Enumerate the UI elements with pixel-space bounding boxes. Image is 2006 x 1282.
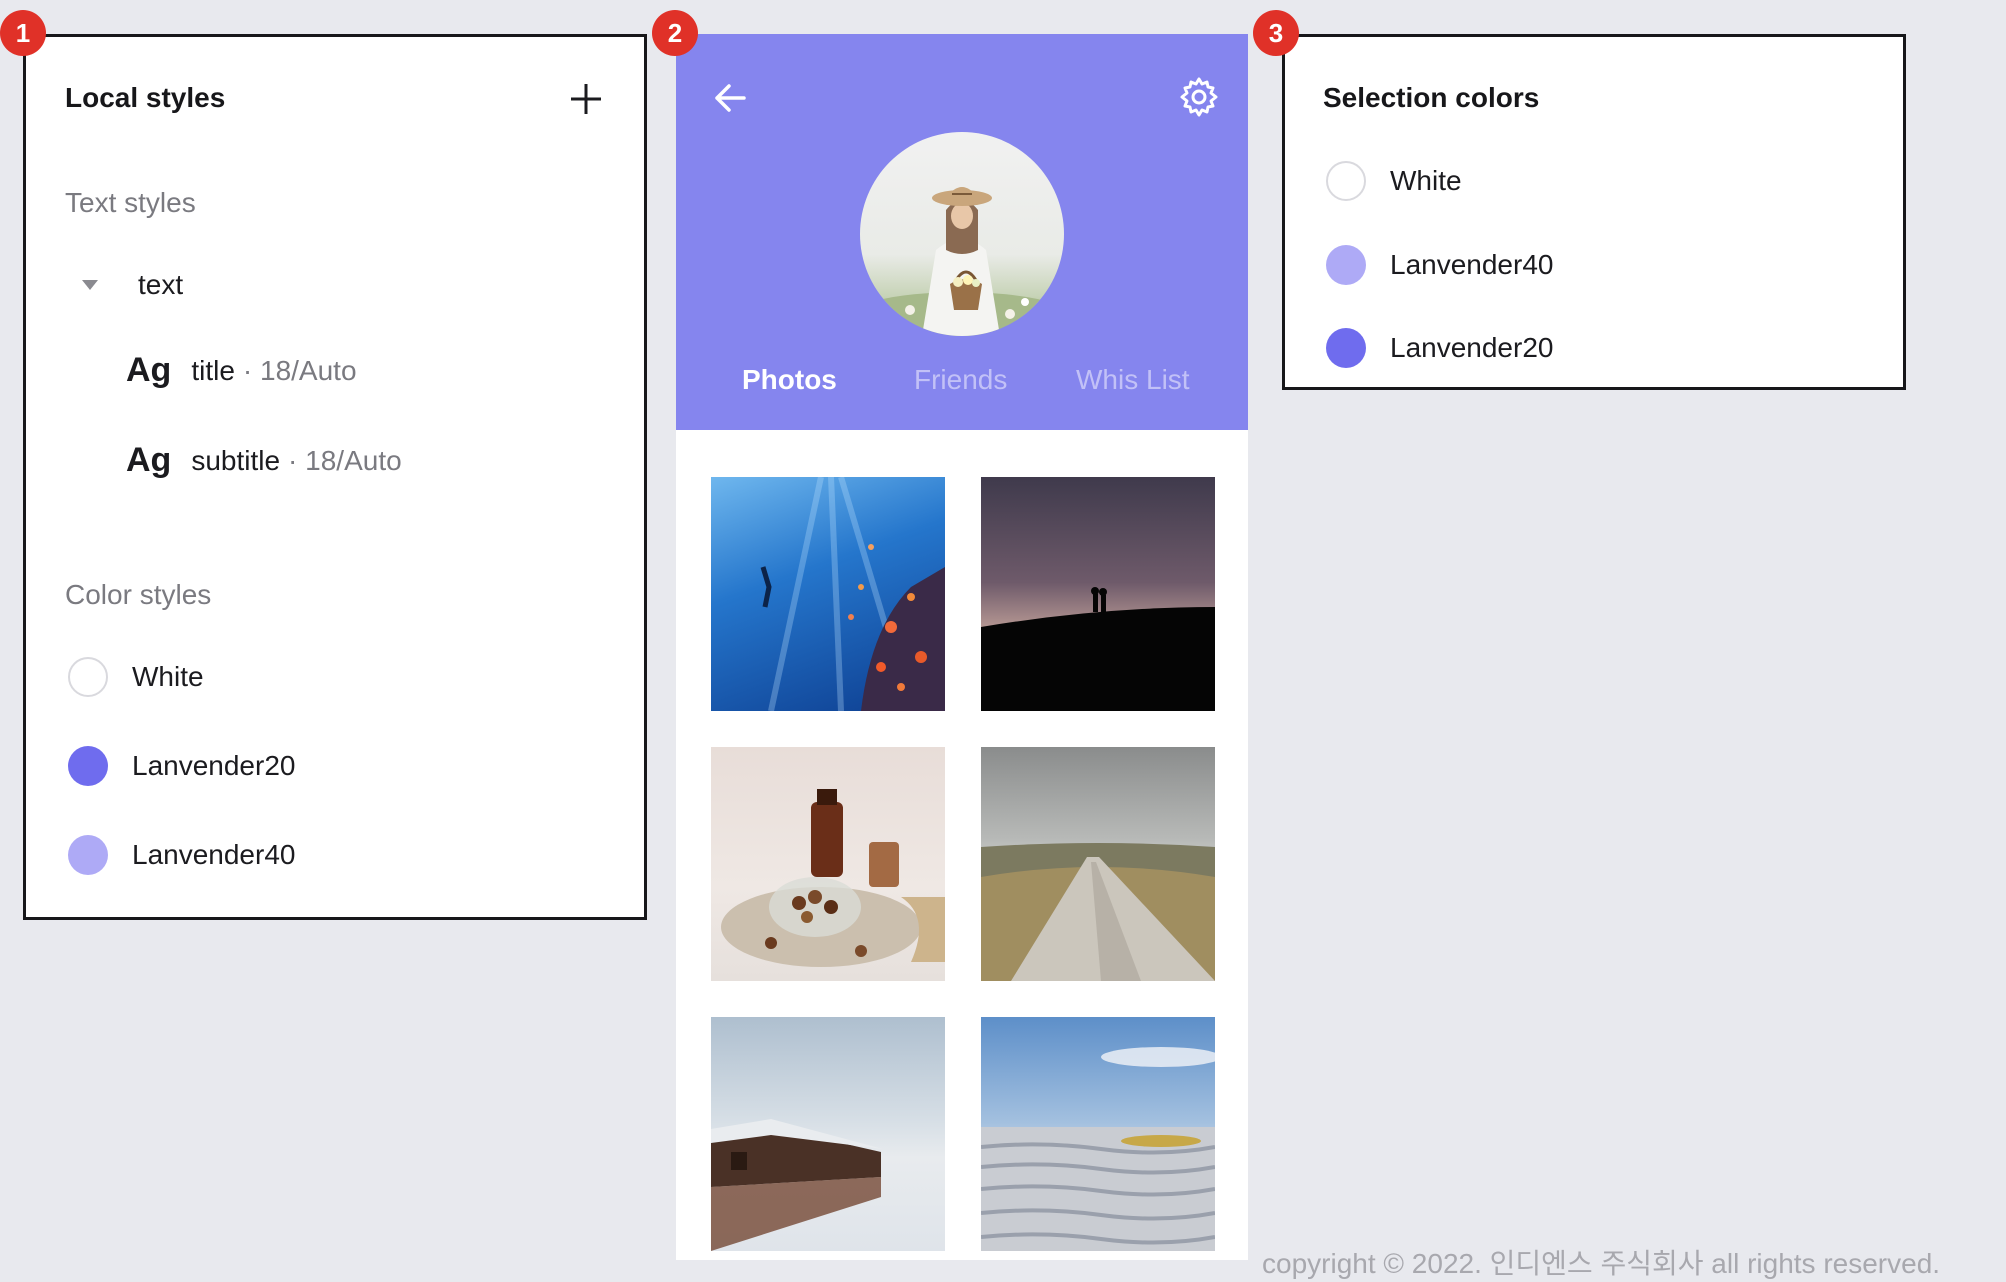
selection-colors-panel: Selection colors White Lanvender40 Lanve… — [1282, 34, 1906, 390]
step-badge-1: 1 — [0, 10, 46, 56]
step-badge-2: 2 — [652, 10, 698, 56]
tab-wish-list[interactable]: Whis List — [1076, 364, 1190, 396]
tab-photos[interactable]: Photos — [742, 364, 837, 396]
selection-colors-title: Selection colors — [1323, 82, 1540, 113]
text-style-sample: Ag — [126, 351, 172, 389]
photo-thumbnail[interactable] — [711, 477, 945, 711]
text-style-meta: · 18/Auto — [288, 444, 402, 476]
profile-avatar[interactable] — [860, 132, 1064, 336]
text-group-row[interactable]: text — [82, 269, 183, 301]
photo-thumbnail[interactable] — [981, 1017, 1215, 1251]
selection-color-label: Lanvender40 — [1390, 249, 1554, 280]
photo-thumbnail[interactable] — [981, 747, 1215, 981]
tab-friends[interactable]: Friends — [914, 364, 1007, 396]
color-swatch-lavender40 — [1326, 245, 1366, 285]
plus-icon[interactable] — [568, 81, 604, 117]
color-style-label: Lanvender40 — [132, 839, 296, 870]
color-swatch-white — [68, 657, 108, 697]
selection-color-label: Lanvender20 — [1390, 332, 1554, 363]
local-styles-panel: Local styles Text styles text Ag title ·… — [23, 34, 647, 920]
selection-color-label: White — [1390, 165, 1462, 196]
arrow-left-icon[interactable] — [710, 78, 750, 118]
profile-screen: Photos Friends Whis List — [676, 34, 1248, 1260]
photo-thumbnail[interactable] — [711, 747, 945, 981]
text-styles-label: Text styles — [65, 187, 196, 218]
photo-thumbnail[interactable] — [981, 477, 1215, 711]
text-style-row[interactable]: Ag title · 18/Auto — [126, 351, 357, 390]
color-styles-label: Color styles — [65, 579, 212, 610]
caret-down-icon[interactable] — [82, 280, 98, 290]
color-style-row[interactable]: Lanvender40 — [68, 835, 295, 875]
text-style-meta: · 18/Auto — [242, 354, 357, 386]
copyright-text: copyright © 2022. 인디엔스 주식회사 all rights r… — [1262, 1248, 1941, 1279]
local-styles-title: Local styles — [65, 82, 226, 113]
profile-header: Photos Friends Whis List — [676, 34, 1248, 430]
gear-icon[interactable] — [1178, 76, 1220, 118]
photo-thumbnail[interactable] — [711, 1017, 945, 1251]
selection-color-row[interactable]: White — [1326, 161, 1462, 201]
color-style-label: Lanvender20 — [132, 750, 296, 781]
selection-color-row[interactable]: Lanvender40 — [1326, 245, 1553, 285]
text-style-name: title — [191, 354, 235, 386]
color-style-row[interactable]: White — [68, 657, 204, 697]
step-badge-3: 3 — [1253, 10, 1299, 56]
selection-color-row[interactable]: Lanvender20 — [1326, 328, 1553, 368]
color-swatch-lavender20 — [68, 746, 108, 786]
text-style-sample: Ag — [126, 441, 172, 479]
color-swatch-lavender20 — [1326, 328, 1366, 368]
text-group-label: text — [138, 269, 184, 300]
color-style-label: White — [132, 661, 204, 692]
color-style-row[interactable]: Lanvender20 — [68, 746, 295, 786]
text-style-name: subtitle — [191, 444, 281, 476]
color-swatch-white — [1326, 161, 1366, 201]
text-style-row[interactable]: Ag subtitle · 18/Auto — [126, 441, 402, 480]
color-swatch-lavender40 — [68, 835, 108, 875]
